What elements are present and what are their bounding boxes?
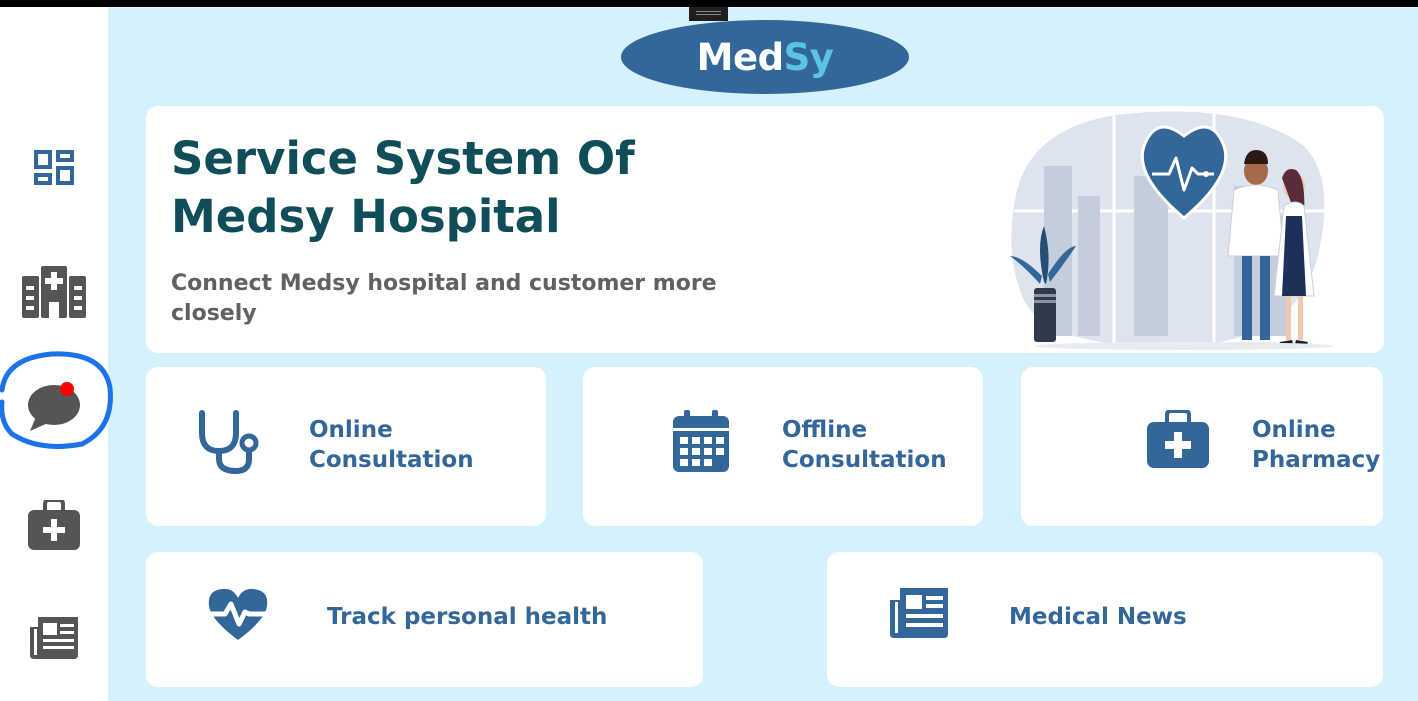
track-personal-health-card[interactable]: Track personal health: [146, 552, 703, 687]
sidebar-item-news[interactable]: [19, 603, 89, 673]
medical-news-label: Medical News: [1009, 604, 1187, 630]
newspaper-icon: [30, 617, 78, 659]
online-consultation-label: Online Consultation: [309, 417, 474, 473]
online-consultation-card[interactable]: Online Consultation: [146, 367, 546, 526]
stethoscope-icon: [199, 410, 259, 475]
sidebar-item-dashboard[interactable]: [19, 135, 89, 205]
sidebar-item-chat[interactable]: [19, 372, 89, 442]
drag-handle[interactable]: [689, 7, 728, 21]
sidebar-item-pharmacy[interactable]: [19, 490, 89, 560]
hero-banner: Service System Of Medsy Hospital Connect…: [146, 106, 1384, 353]
hospital-icon: [22, 266, 86, 318]
hero-title: Service System Of Medsy Hospital: [171, 132, 635, 243]
calendar-icon: [673, 410, 729, 472]
online-pharmacy-card[interactable]: Online Pharmacy: [1021, 367, 1383, 526]
medical-kit-icon: [28, 500, 80, 550]
offline-consultation-card[interactable]: Offline Consultation: [583, 367, 983, 526]
online-pharmacy-label: Online Pharmacy: [1252, 417, 1381, 473]
newspaper-icon: [890, 588, 948, 638]
heartbeat-icon: [207, 588, 269, 640]
logo-text-sy: Sy: [783, 35, 834, 79]
sidebar-item-hospital[interactable]: [19, 257, 89, 327]
doctors-illustration: [1010, 106, 1334, 351]
top-bar: [0, 0, 1418, 7]
track-personal-health-label: Track personal health: [327, 604, 608, 630]
chat-bubble-icon: [28, 382, 80, 431]
medical-news-card[interactable]: Medical News: [827, 552, 1383, 687]
hero-subtitle: Connect Medsy hospital and customer more…: [171, 271, 717, 326]
sidebar: [0, 7, 108, 701]
logo-text-med: Med: [696, 35, 784, 79]
notification-dot: [60, 382, 74, 396]
offline-consultation-label: Offline Consultation: [782, 417, 947, 473]
medical-kit-icon: [1147, 410, 1209, 468]
app-logo: Med Sy: [621, 20, 909, 94]
dashboard-grid-icon: [34, 150, 74, 185]
